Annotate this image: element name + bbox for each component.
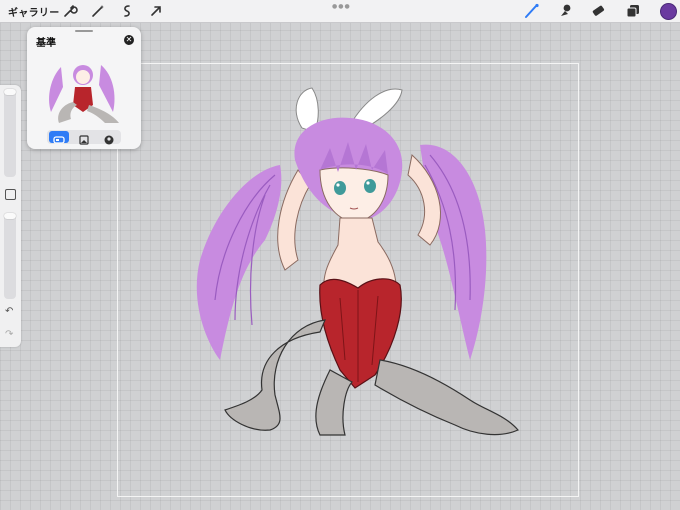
- face-tab[interactable]: [99, 131, 119, 145]
- bunny-girl-illustration: [196, 87, 519, 436]
- sidebar: ↶ ↷: [0, 85, 21, 347]
- reference-drag-handle[interactable]: [75, 30, 93, 32]
- close-icon[interactable]: ✕: [124, 35, 134, 45]
- gallery-button[interactable]: ギャラリー: [8, 4, 60, 19]
- top-toolbar: ギャラリー ●●●: [0, 0, 680, 23]
- redo-icon[interactable]: ↷: [5, 329, 13, 340]
- undo-icon[interactable]: ↶: [5, 306, 13, 317]
- brush-size-slider[interactable]: [4, 89, 16, 177]
- color-picker-button[interactable]: [660, 3, 677, 20]
- modify-button[interactable]: [5, 189, 16, 200]
- layers-icon[interactable]: [625, 3, 641, 19]
- reference-tabs: [47, 130, 121, 145]
- opacity-thumb[interactable]: [4, 213, 16, 219]
- smudge-icon[interactable]: [556, 3, 572, 19]
- image-tab-icon: [79, 135, 89, 145]
- selection-icon[interactable]: [119, 3, 135, 19]
- reference-title: 基準: [36, 38, 56, 49]
- face-tab-icon: [104, 135, 114, 145]
- reference-window: 基準 ✕: [27, 27, 141, 149]
- brush-icon[interactable]: [524, 3, 540, 19]
- eraser-icon[interactable]: [590, 3, 606, 19]
- canvas-tab[interactable]: [49, 131, 69, 144]
- opacity-slider[interactable]: [4, 213, 16, 299]
- transform-arrow-icon[interactable]: [148, 3, 164, 19]
- canvas-tab-icon: [53, 136, 65, 144]
- magic-wand-icon[interactable]: [90, 3, 106, 19]
- grabber-icon: ●●●: [332, 3, 351, 10]
- wrench-icon[interactable]: [62, 3, 78, 19]
- brush-size-thumb[interactable]: [4, 89, 16, 95]
- reference-thumbnail: [41, 57, 127, 127]
- image-tab[interactable]: [74, 131, 94, 145]
